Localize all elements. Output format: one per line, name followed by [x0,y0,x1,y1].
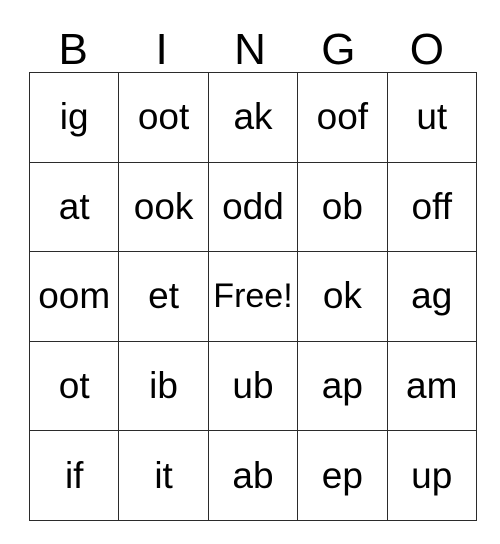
bingo-row: at ook odd ob off [28,161,477,253]
bingo-cell-n2[interactable]: odd [207,161,299,253]
bingo-cell-i1[interactable]: oot [118,72,209,163]
bingo-cell-b5[interactable]: if [28,430,120,521]
bingo-header-letter-i: I [155,25,168,74]
bingo-row: ot ib ub ap am [28,340,477,432]
bingo-header-letter-o: O [409,25,444,74]
bingo-cell-i2[interactable]: ook [118,161,209,253]
bingo-header-letter-b: B [58,25,88,74]
bingo-cell-free-space[interactable]: Free! [207,251,299,342]
bingo-header-letter-n: N [234,25,266,74]
bingo-cell-g5[interactable]: ep [297,430,388,521]
bingo-cell-g4[interactable]: ap [297,340,388,432]
bingo-cell-b1[interactable]: ig [28,72,120,163]
bingo-cell-o5[interactable]: up [386,430,477,521]
bingo-grid: ig oot ak oof ut at ook odd ob off oom e… [28,72,477,521]
bingo-card: B I N G O ig oot ak oof ut at ook odd ob… [28,20,477,521]
bingo-row: if it ab ep up [28,430,477,521]
bingo-cell-g1[interactable]: oof [297,72,388,163]
bingo-cell-o1[interactable]: ut [386,72,477,163]
bingo-cell-i3[interactable]: et [118,251,209,342]
bingo-cell-i4[interactable]: ib [118,340,209,432]
bingo-header-letter-g: G [321,25,356,74]
bingo-cell-n5[interactable]: ab [207,430,299,521]
bingo-cell-o4[interactable]: am [386,340,477,432]
bingo-row: oom et Free! ok ag [28,251,477,342]
bingo-cell-b2[interactable]: at [28,161,120,253]
bingo-cell-b4[interactable]: ot [28,340,120,432]
bingo-cell-g3[interactable]: ok [297,251,388,342]
bingo-row: ig oot ak oof ut [28,72,477,163]
bingo-cell-o2[interactable]: off [386,161,477,253]
bingo-cell-g2[interactable]: ob [297,161,388,253]
bingo-cell-n4[interactable]: ub [207,340,299,432]
bingo-header-row: B I N G O [29,20,471,72]
bingo-cell-n1[interactable]: ak [207,72,299,163]
bingo-cell-i5[interactable]: it [118,430,209,521]
bingo-cell-b3[interactable]: oom [28,251,120,342]
bingo-cell-o3[interactable]: ag [386,251,477,342]
